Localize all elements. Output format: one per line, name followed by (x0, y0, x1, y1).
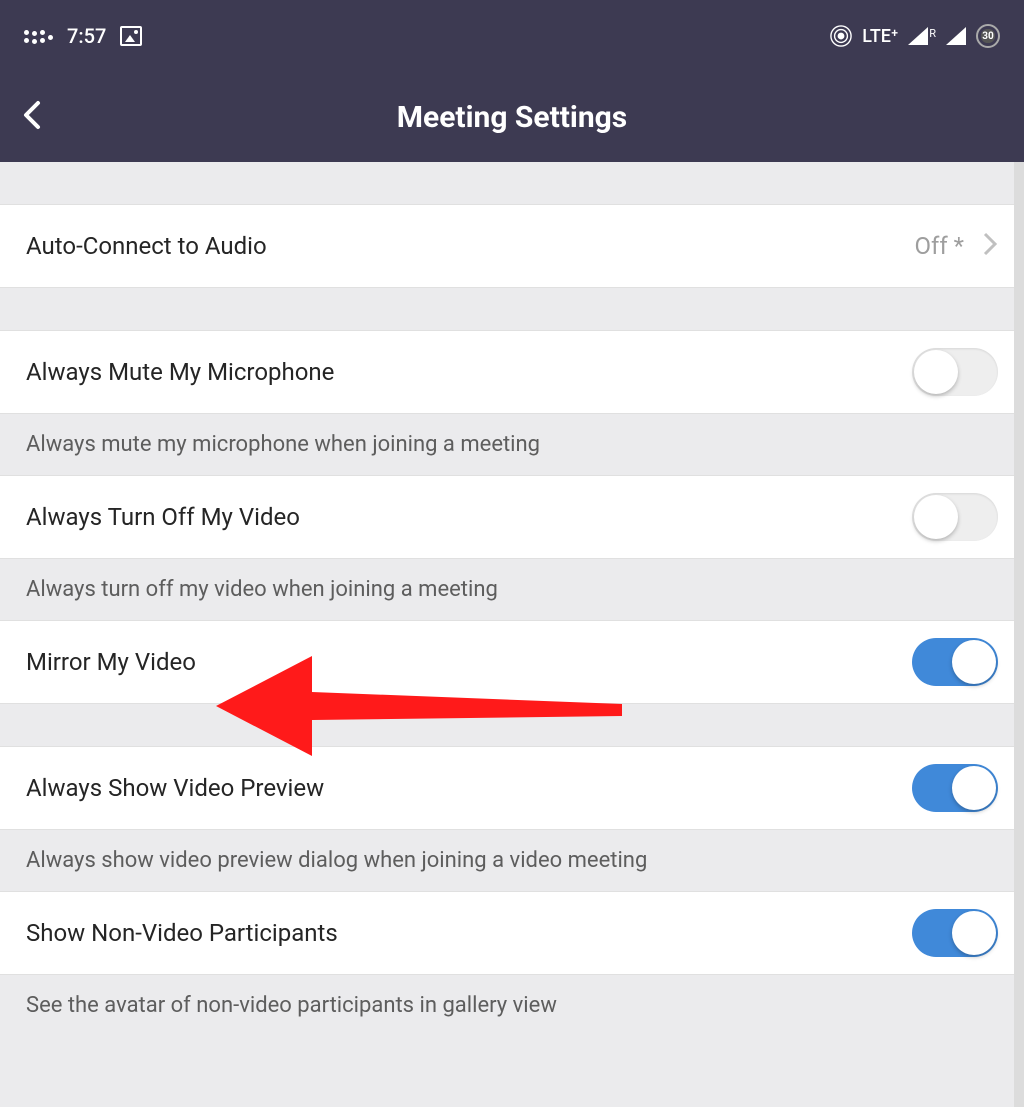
hotspot-icon (830, 25, 852, 47)
toggle-mute-microphone[interactable] (912, 348, 998, 396)
app-header: Meeting Settings (0, 72, 1024, 162)
toggle-non-video-participants[interactable] (912, 909, 998, 957)
toggle-knob (952, 640, 996, 684)
setting-auto-connect-audio[interactable]: Auto-Connect to Audio Off * (0, 204, 1024, 288)
network-label: LTE⁺ (862, 26, 898, 47)
setting-mute-microphone[interactable]: Always Mute My Microphone (0, 330, 1024, 414)
signal-icon-1: R (908, 27, 936, 45)
status-right: LTE⁺ R 30 (830, 24, 1000, 48)
setting-label: Always Mute My Microphone (26, 358, 334, 386)
photo-icon (120, 26, 142, 46)
setting-description: Always mute my microphone when joining a… (0, 414, 1024, 475)
status-bar: 7:57 LTE⁺ R 30 (0, 0, 1024, 72)
setting-label: Always Turn Off My Video (26, 503, 300, 531)
setting-video-preview[interactable]: Always Show Video Preview (0, 746, 1024, 830)
blackberry-icon (24, 28, 53, 44)
back-button[interactable] (20, 99, 44, 135)
setting-label: Mirror My Video (26, 648, 196, 676)
setting-label: Auto-Connect to Audio (26, 232, 267, 260)
toggle-knob (914, 350, 958, 394)
setting-value: Off * (915, 232, 965, 260)
toggle-knob (952, 911, 996, 955)
toggle-mirror-video[interactable] (912, 638, 998, 686)
setting-description: Always show video preview dialog when jo… (0, 830, 1024, 891)
setting-turn-off-video[interactable]: Always Turn Off My Video (0, 475, 1024, 559)
setting-value-area: Off * (915, 231, 999, 261)
spacer (0, 704, 1024, 746)
toggle-knob (952, 766, 996, 810)
setting-mirror-video[interactable]: Mirror My Video (0, 620, 1024, 704)
scrollbar[interactable] (1014, 162, 1024, 1107)
page-title: Meeting Settings (397, 100, 627, 135)
battery-icon: 30 (976, 24, 1000, 48)
toggle-knob (914, 495, 958, 539)
spacer (0, 162, 1024, 204)
setting-description: See the avatar of non-video participants… (0, 975, 1024, 1036)
setting-description: Always turn off my video when joining a … (0, 559, 1024, 620)
status-time: 7:57 (67, 24, 106, 48)
spacer (0, 288, 1024, 330)
setting-label: Always Show Video Preview (26, 774, 324, 802)
chevron-right-icon (982, 231, 998, 261)
setting-label: Show Non-Video Participants (26, 919, 338, 947)
status-left: 7:57 (24, 24, 142, 48)
toggle-video-preview[interactable] (912, 764, 998, 812)
signal-icon-2 (946, 27, 966, 45)
setting-non-video-participants[interactable]: Show Non-Video Participants (0, 891, 1024, 975)
toggle-turn-off-video[interactable] (912, 493, 998, 541)
settings-content: Auto-Connect to Audio Off * Always Mute … (0, 162, 1024, 1036)
